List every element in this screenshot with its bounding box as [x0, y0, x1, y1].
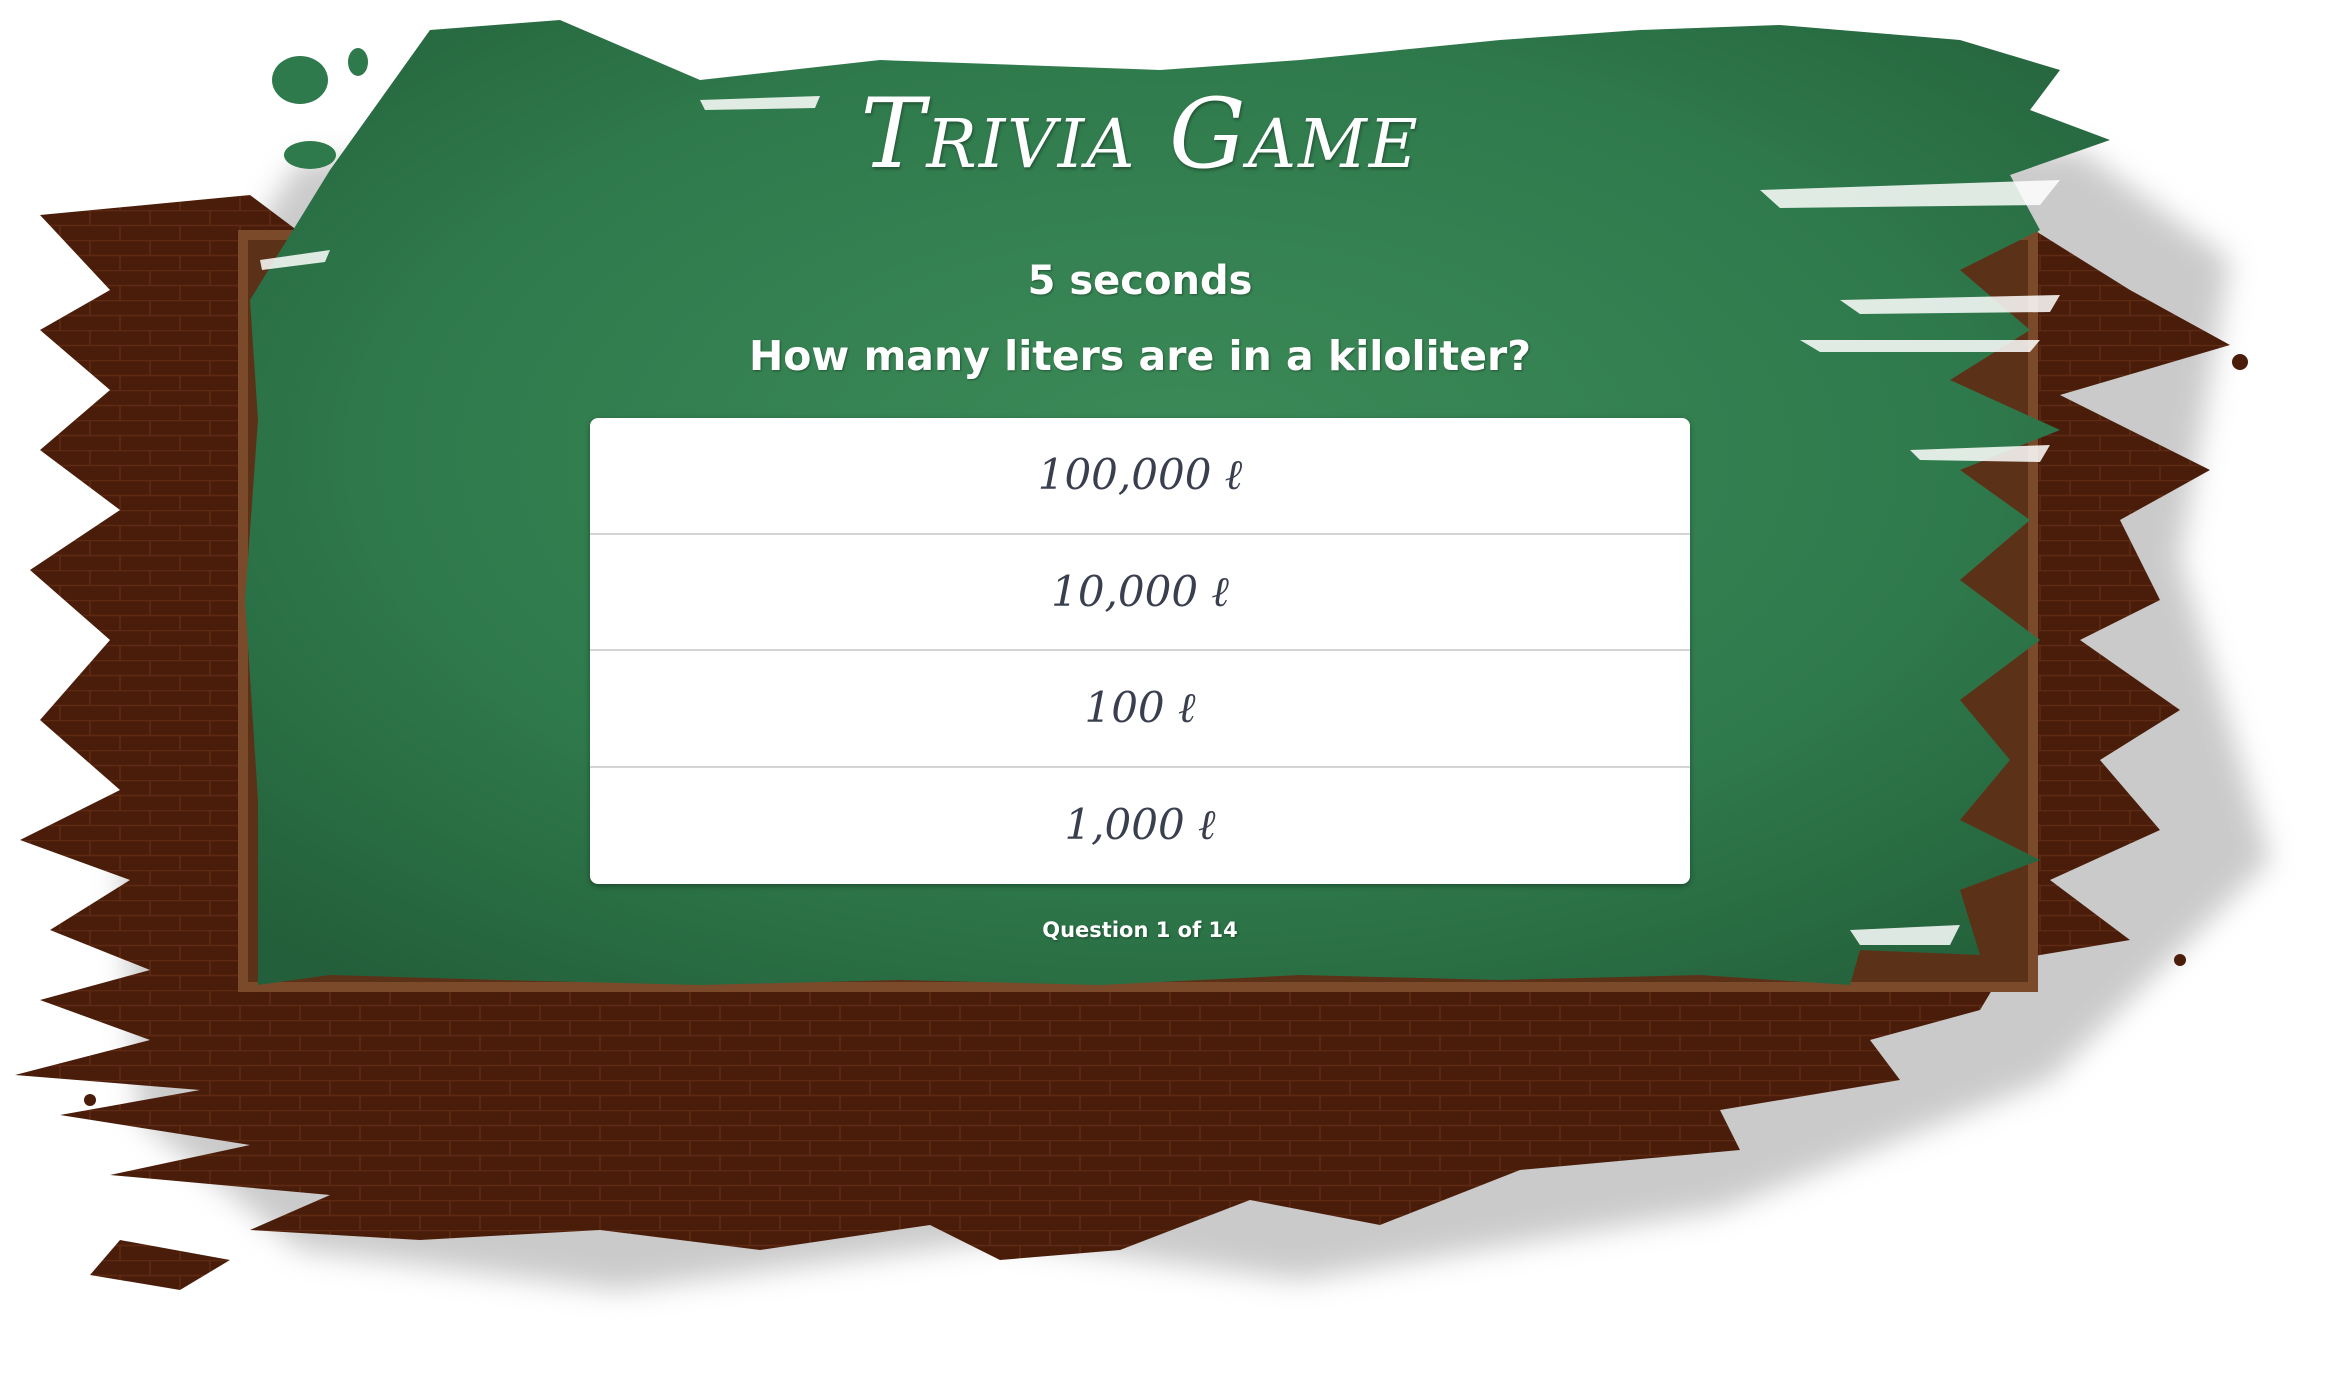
question-progress: Question 1 of 14	[1042, 918, 1238, 942]
game-title: Trivia Game	[860, 78, 1420, 190]
answer-option-4[interactable]: 1,000 ℓ	[590, 768, 1690, 885]
answer-list: 100,000 ℓ 10,000 ℓ 100 ℓ 1,000 ℓ	[590, 418, 1690, 884]
question-text: How many liters are in a kiloliter?	[748, 332, 1532, 380]
answer-option-3[interactable]: 100 ℓ	[590, 651, 1690, 768]
answer-option-1[interactable]: 100,000 ℓ	[590, 418, 1690, 535]
answer-option-2[interactable]: 10,000 ℓ	[590, 535, 1690, 651]
trivia-board: Trivia Game 5 seconds How many liters ar…	[245, 70, 2035, 975]
countdown-timer: 5 seconds	[1027, 258, 1253, 304]
